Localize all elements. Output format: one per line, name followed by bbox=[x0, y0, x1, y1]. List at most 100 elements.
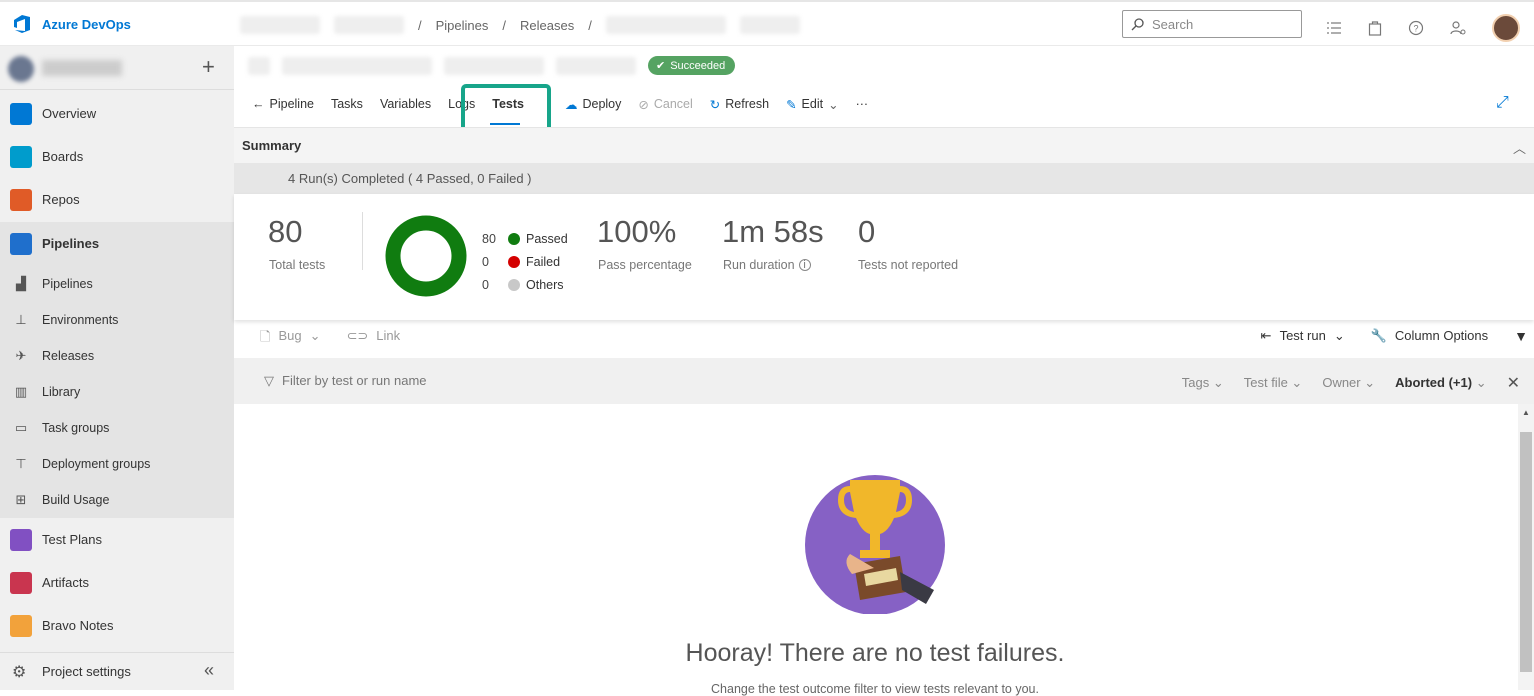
pass-percentage-value: 100% bbox=[597, 214, 677, 249]
column-options-button[interactable]: 🔧 Column Options bbox=[1371, 328, 1488, 344]
scroll-up-arrow-icon[interactable]: ▲ bbox=[1522, 408, 1530, 417]
sidebar-item-overview[interactable]: Overview bbox=[0, 92, 234, 135]
test-plans-icon bbox=[10, 528, 32, 551]
clear-filters-close-icon[interactable]: ✕ bbox=[1507, 373, 1520, 393]
tab-bar: ← Pipeline Tasks Variables Logs Tests ☁ … bbox=[252, 94, 885, 114]
refresh-icon: ↻ bbox=[709, 97, 721, 112]
refresh-label: Refresh bbox=[725, 97, 770, 111]
outcome-legend: 80 Passed 0 Failed 0 Others bbox=[482, 227, 568, 296]
sidebar-subitem-label: Build Usage bbox=[42, 493, 110, 507]
total-tests-value: 80 bbox=[268, 214, 303, 249]
sidebar-subitem-pipelines[interactable]: ▟ Pipelines bbox=[0, 266, 234, 302]
refresh-button[interactable]: ↻ Refresh bbox=[710, 97, 769, 112]
breadcrumb-org[interactable] bbox=[240, 16, 320, 34]
sidebar-item-test-plans[interactable]: Test Plans bbox=[0, 518, 234, 561]
sidebar-item-repos[interactable]: Repos bbox=[0, 178, 234, 221]
sidebar-subitem-releases[interactable]: ✈ Releases bbox=[0, 338, 234, 374]
bug-button[interactable]: 🗋 Bug ⌄ bbox=[260, 328, 321, 350]
filter-input[interactable]: ▽ Filter by test or run name bbox=[264, 373, 427, 389]
main-content: ✔ Succeeded ← Pipeline Tasks Variables L… bbox=[234, 46, 1534, 696]
sidebar-item-project-settings[interactable]: ⚙ Project settings bbox=[0, 653, 234, 690]
release-definition-name[interactable] bbox=[282, 56, 432, 75]
sidebar-item-bravo-notes[interactable]: Bravo Notes bbox=[0, 604, 234, 647]
help-icon[interactable]: ? bbox=[1408, 20, 1424, 36]
test-file-filter-dropdown[interactable]: Test file ⌄ bbox=[1244, 375, 1303, 391]
sidebar-item-label: Repos bbox=[42, 192, 80, 207]
sidebar-item-label: Boards bbox=[42, 149, 84, 164]
group-by-test-run-dropdown[interactable]: ⇤ Test run ⌄ bbox=[1261, 328, 1345, 344]
scrollbar[interactable]: ▲ bbox=[1518, 404, 1534, 690]
breadcrumb-release-definition[interactable] bbox=[605, 16, 726, 34]
outcome-filter-dropdown[interactable]: Aborted (+1) ⌄ bbox=[1395, 375, 1486, 391]
pipelines-sub-icon: ▟ bbox=[16, 276, 26, 291]
summary-header[interactable]: Summary ︿ bbox=[234, 127, 1534, 163]
sidebar-subitem-task-groups[interactable]: ▭ Task groups bbox=[0, 410, 234, 446]
failed-dot-icon bbox=[508, 255, 520, 268]
rocket-icon: ✈ bbox=[15, 348, 27, 363]
passed-label: Passed bbox=[526, 231, 568, 246]
new-item-plus-icon[interactable]: + bbox=[202, 54, 215, 80]
donut-slice-passed bbox=[385, 215, 467, 297]
more-actions-button[interactable]: ··· bbox=[856, 97, 869, 111]
chevron-up-icon[interactable]: ︿ bbox=[1513, 138, 1526, 157]
cancel-button[interactable]: ⊘ Cancel bbox=[638, 97, 692, 112]
breadcrumb-pipelines[interactable]: Pipelines bbox=[436, 18, 489, 33]
user-settings-icon[interactable] bbox=[1450, 20, 1466, 36]
search-placeholder: Search bbox=[1152, 16, 1194, 32]
fullscreen-expand-icon[interactable]: ⤢ bbox=[1496, 94, 1509, 112]
release-name[interactable] bbox=[444, 56, 544, 75]
sidebar-subitem-environments[interactable]: ⊥ Environments bbox=[0, 302, 234, 338]
test-stats-panel: 80 Total tests 80 Passed 0 Failed 0 Othe… bbox=[234, 194, 1534, 320]
breadcrumb-project[interactable] bbox=[334, 16, 404, 34]
failed-count: 0 bbox=[482, 254, 489, 269]
sidebar-subitem-label: Library bbox=[42, 385, 81, 399]
status-label: Succeeded bbox=[670, 59, 726, 72]
release-icon bbox=[248, 56, 270, 75]
collapse-sidebar-icon[interactable]: « bbox=[204, 660, 214, 681]
project-header[interactable]: + bbox=[0, 46, 234, 90]
sidebar-item-boards[interactable]: Boards bbox=[0, 135, 234, 178]
repos-icon bbox=[10, 188, 32, 211]
sidebar-subitem-label: Deployment groups bbox=[42, 457, 151, 471]
work-items-list-icon[interactable] bbox=[1326, 21, 1342, 35]
info-icon[interactable]: i bbox=[798, 259, 811, 271]
boards-icon bbox=[10, 145, 32, 168]
sidebar-subitem-deployment-groups[interactable]: ⊤ Deployment groups bbox=[0, 446, 234, 482]
sidebar-subitem-build-usage[interactable]: ⊞ Build Usage bbox=[0, 482, 234, 518]
breadcrumb-release[interactable] bbox=[739, 16, 800, 34]
link-button[interactable]: ⊂⊃ Link bbox=[347, 328, 401, 350]
sidebar-item-artifacts[interactable]: Artifacts bbox=[0, 561, 234, 604]
tab-label: Pipeline bbox=[269, 97, 314, 111]
breadcrumb-separator: / bbox=[418, 17, 422, 33]
azure-devops-logo-icon bbox=[14, 15, 30, 33]
sidebar-subitem-library[interactable]: ▥ Library bbox=[0, 374, 234, 410]
release-stage[interactable] bbox=[556, 56, 636, 75]
tab-tasks[interactable]: Tasks bbox=[331, 97, 363, 111]
scrollbar-thumb[interactable] bbox=[1520, 432, 1532, 672]
empty-state-title: Hooray! There are no test failures. bbox=[685, 639, 1065, 667]
marketplace-bag-icon[interactable] bbox=[1368, 20, 1382, 36]
cancel-icon: ⊘ bbox=[638, 97, 649, 112]
filter-funnel-icon[interactable]: ▼ bbox=[1514, 328, 1528, 344]
tab-pipeline[interactable]: ← Pipeline bbox=[252, 97, 314, 111]
passed-count: 80 bbox=[482, 231, 496, 246]
brand[interactable]: Azure DevOps bbox=[12, 14, 131, 34]
user-avatar[interactable] bbox=[1492, 14, 1520, 42]
breadcrumb-releases[interactable]: Releases bbox=[520, 18, 574, 33]
search-input[interactable]: Search bbox=[1122, 10, 1302, 38]
sidebar-subitem-label: Task groups bbox=[42, 421, 110, 435]
edit-button[interactable]: ✎ Edit ⌄ bbox=[786, 97, 839, 112]
svg-text:?: ? bbox=[1413, 24, 1418, 34]
deploy-button[interactable]: ☁ Deploy bbox=[565, 97, 621, 112]
group-by-icon: ⇤ bbox=[1260, 328, 1272, 343]
sidebar-item-label: Test Plans bbox=[42, 532, 102, 547]
filter-bar: ▽ Filter by test or run name Tags ⌄ Test… bbox=[234, 358, 1534, 404]
sidebar-item-label: Bravo Notes bbox=[42, 618, 114, 633]
sidebar-item-pipelines[interactable]: Pipelines bbox=[0, 222, 234, 265]
build-usage-icon: ⊞ bbox=[15, 492, 27, 507]
outcome-donut-chart bbox=[385, 215, 467, 297]
tab-variables[interactable]: Variables bbox=[380, 97, 431, 111]
owner-filter-dropdown[interactable]: Owner ⌄ bbox=[1322, 375, 1375, 391]
tags-filter-dropdown[interactable]: Tags ⌄ bbox=[1182, 375, 1224, 391]
library-icon: ▥ bbox=[14, 384, 28, 399]
